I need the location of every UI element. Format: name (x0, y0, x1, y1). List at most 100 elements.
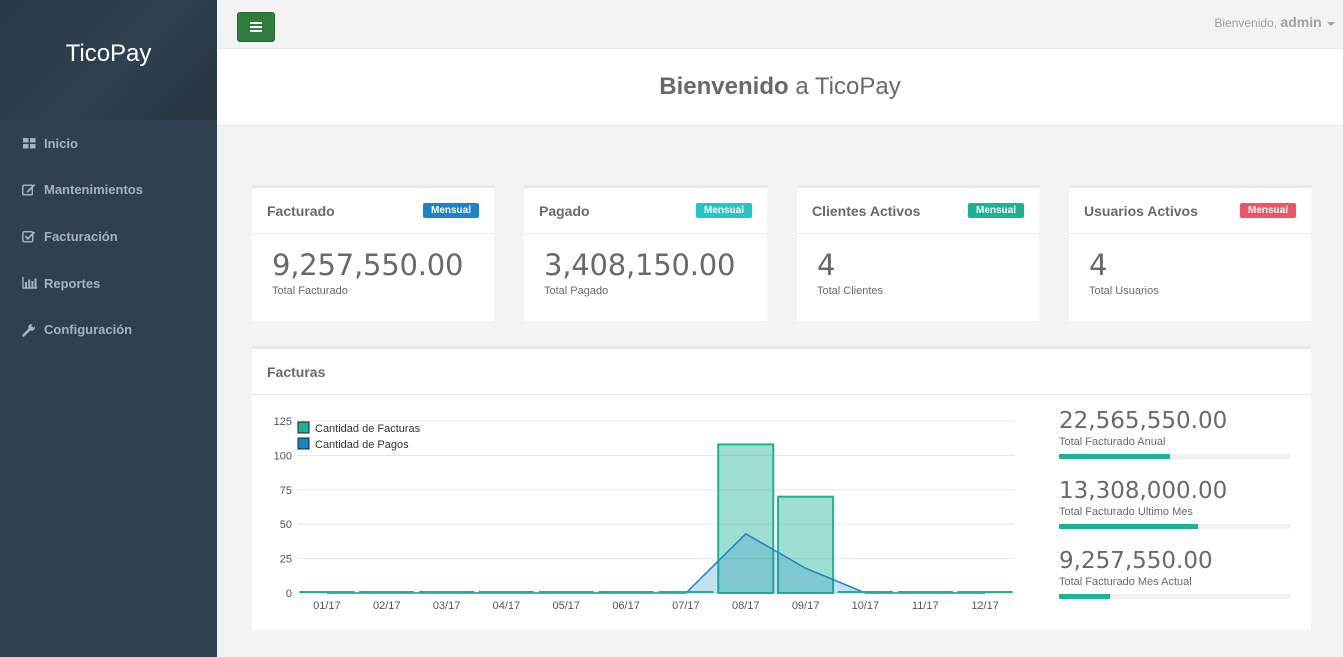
sidebar-item-reportes[interactable]: Reportes (0, 260, 217, 307)
x-tick-label: 01/17 (313, 600, 341, 612)
stat-box-usuarios: Usuarios Activos Mensual 4 Total Usuario… (1069, 185, 1311, 321)
y-tick-label: 75 (280, 485, 292, 497)
stat-title: Pagado (539, 202, 590, 219)
y-tick-label: 125 (274, 416, 292, 428)
x-tick-label: 02/17 (373, 600, 401, 612)
check-square-icon (21, 229, 37, 243)
summary-item-ultimo-mes: 13,308,000.00 Total Facturado Ultimo Mes (1059, 478, 1291, 549)
brand-logo-text[interactable]: TicoPay (66, 40, 152, 68)
stat-box-header: Facturado Mensual (252, 188, 494, 234)
x-tick-label: 12/17 (971, 600, 999, 612)
x-tick-label: 07/17 (672, 600, 700, 612)
stat-label: Total Facturado (272, 284, 348, 297)
y-tick-label: 25 (280, 554, 292, 566)
stat-value: 3,408,150.00 (544, 248, 736, 282)
period-badge: Mensual (422, 203, 479, 218)
caret-down-icon (1327, 21, 1335, 26)
sidebar-item-inicio[interactable]: Inicio (0, 120, 217, 167)
stat-title: Facturado (267, 202, 335, 219)
sidebar-item-mantenimientos[interactable]: Mantenimientos (0, 167, 217, 214)
y-tick-label: 100 (274, 450, 292, 462)
x-tick-label: 06/17 (612, 600, 640, 612)
y-tick-label: 0 (286, 588, 292, 600)
facturas-panel: Facturas 0 25 50 75 100 125 01/17 02/17 03/17 04/… (252, 346, 1311, 630)
brand-header: TicoPay (0, 0, 217, 120)
legend-label: Cantidad de Facturas (315, 423, 421, 435)
legend-swatch (297, 437, 310, 450)
x-tick-label: 03/17 (433, 600, 461, 612)
page-title-bold: Bienvenido (659, 73, 789, 100)
stat-box-clientes: Clientes Activos Mensual 4 Total Cliente… (797, 185, 1039, 321)
stat-box-header: Pagado Mensual (524, 188, 767, 234)
bar-chart-icon (21, 276, 37, 290)
summary-value: 13,308,000.00 (1059, 478, 1228, 504)
bars-icon (250, 22, 262, 32)
progress-track (1059, 454, 1291, 460)
summary-label: Total Facturado Mes Actual (1059, 576, 1192, 589)
period-badge: Mensual (1239, 203, 1296, 218)
summary-item-anual: 22,565,550.00 Total Facturado Anual (1059, 408, 1291, 479)
sidebar-item-label: Reportes (44, 275, 101, 291)
x-tick-label: 05/17 (552, 600, 580, 612)
user-dropdown[interactable]: Bienvenido, admin (1214, 14, 1335, 30)
page-title-rest: a TicoPay (795, 73, 901, 100)
edit-icon (21, 183, 37, 197)
stat-box-content: 9,257,550.00 Total Facturado (252, 234, 494, 313)
period-badge: Mensual (967, 203, 1024, 218)
sidebar-item-label: Facturación (44, 228, 118, 244)
x-tick-label: 08/17 (732, 600, 760, 612)
stat-title: Clientes Activos (812, 202, 921, 219)
sidebar-item-label: Configuración (44, 322, 133, 338)
x-tick-label: 04/17 (493, 600, 521, 612)
facturas-chart: 0 25 50 75 100 125 01/17 02/17 03/17 04/17 05/17 06… (274, 416, 1015, 612)
summary-item-mes-actual: 9,257,550.00 Total Facturado Mes Actual (1059, 548, 1291, 619)
sidebar-item-label: Mantenimientos (44, 182, 143, 198)
sidebar: TicoPay Inicio Mantenimientos Facturació… (0, 0, 217, 657)
facturas-summary: 22,565,550.00 Total Facturado Anual 13,3… (1059, 408, 1291, 619)
wrench-icon (21, 322, 37, 337)
stat-box-header: Usuarios Activos Mensual (1069, 188, 1311, 234)
progress-bar (1059, 454, 1171, 460)
stat-box-content: 4 Total Usuarios (1069, 234, 1311, 313)
stat-value: 9,257,550.00 (272, 248, 464, 282)
stat-box-pagado: Pagado Mensual 3,408,150.00 Total Pagado (524, 185, 767, 321)
page-heading: Bienvenido a TicoPay (217, 49, 1343, 126)
menu-toggle-button[interactable] (237, 12, 275, 42)
stat-box-content: 3,408,150.00 Total Pagado (524, 234, 767, 313)
sidebar-item-facturacion[interactable]: Facturación (0, 213, 217, 260)
sidebar-nav: Inicio Mantenimientos Facturación Report… (0, 120, 217, 353)
username: admin (1280, 14, 1322, 30)
x-tick-label: 11/17 (912, 600, 939, 612)
progress-track (1059, 524, 1291, 530)
stat-box-header: Clientes Activos Mensual (797, 188, 1039, 234)
y-tick-label: 50 (280, 519, 292, 531)
summary-value: 22,565,550.00 (1059, 408, 1228, 434)
page-title: Bienvenido a TicoPay (659, 73, 900, 101)
area-fill (297, 533, 1015, 593)
stat-label: Total Pagado (544, 284, 609, 297)
facturas-header: Facturas (252, 349, 1311, 395)
x-tick-label: 10/17 (852, 600, 880, 612)
summary-value: 9,257,550.00 (1059, 548, 1213, 574)
top-navbar: Bienvenido, admin (217, 0, 1343, 49)
sidebar-item-label: Inicio (44, 135, 78, 151)
stat-label: Total Clientes (817, 284, 884, 297)
period-badge: Mensual (695, 203, 752, 218)
sidebar-item-configuracion[interactable]: Configuración (0, 306, 217, 353)
th-large-icon (21, 136, 37, 150)
summary-label: Total Facturado Ultimo Mes (1059, 506, 1193, 519)
facturas-title: Facturas (267, 363, 326, 380)
stat-value: 4 (817, 248, 836, 282)
stat-box-facturado: Facturado Mensual 9,257,550.00 Total Fac… (252, 185, 494, 321)
stat-value: 4 (1089, 248, 1108, 282)
progress-bar (1059, 524, 1199, 530)
progress-track (1059, 594, 1291, 600)
stat-title: Usuarios Activos (1084, 202, 1198, 219)
x-tick-label: 09/17 (792, 600, 820, 612)
progress-bar (1059, 594, 1111, 600)
stat-box-content: 4 Total Clientes (797, 234, 1039, 313)
stat-label: Total Usuarios (1089, 284, 1159, 297)
area-line (326, 532, 986, 594)
legend-label: Cantidad de Pagos (315, 439, 409, 451)
welcome-text: Bienvenido, (1214, 16, 1278, 30)
